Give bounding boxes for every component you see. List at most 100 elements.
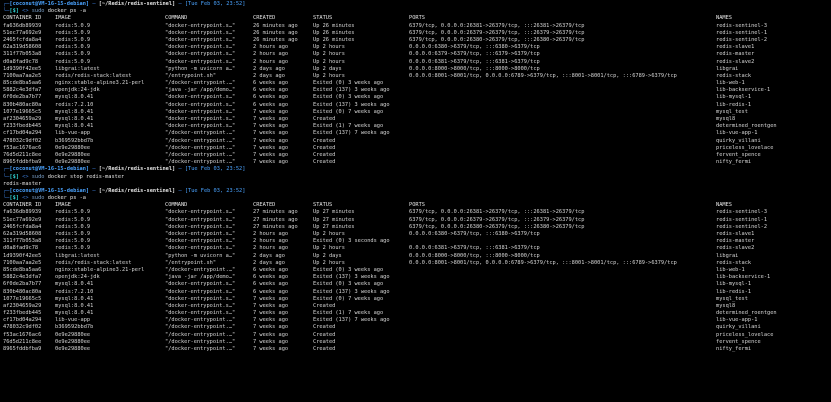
cell-status: Up 26 minutes (313, 36, 355, 43)
prompt-line: ┌─[coconut@VM-16-15-debian] ─ [~/Redis/r… (3, 187, 246, 194)
command-line: └─[$] <> sudo docker ps -a (3, 8, 86, 15)
cell-created: 6 weeks ago (253, 94, 289, 101)
table-row: cf17bd04a294 lib-vue-app "/docker-entrypoi… (0, 317, 831, 324)
cell-image: b369592bbd7b (55, 324, 94, 331)
cell-status: Exited (0) 3 weeks ago (313, 80, 384, 87)
command-line: └─[$] <> sudo docker ps -a (3, 195, 86, 202)
cell-command: "docker-entrypoint.s…" (165, 22, 236, 29)
prompt-user-host: [coconut@VM-16-15-debian] (9, 1, 90, 7)
cell-command: "docker-entrypoint.s…" (165, 295, 236, 302)
cell-name: redis-slave1 (716, 44, 755, 51)
cell-name: nifty_fermi (716, 346, 752, 352)
cell-container-id: 2465fcfda8a4 (3, 36, 42, 43)
terminal-window[interactable]: ┌─[coconut@VM-16-15-debian] ─ [~/Redis/r… (0, 0, 831, 402)
command-text: docker ps -a (44, 8, 86, 15)
cell-name: lib-vue-app-1 (716, 317, 758, 324)
cell-created: 6 weeks ago (253, 281, 289, 288)
cell-name: quirky_villani (716, 324, 761, 331)
cell-name: redis-stack (716, 259, 752, 266)
header-command: COMMAND (165, 202, 188, 209)
cell-container-id: 62a319d58608 (3, 231, 42, 237)
cell-created: 2 hours ago (253, 238, 289, 245)
table-row: fa636db89939 redis:5.0.9 "docker-entrypoin… (0, 23, 831, 30)
cell-command: "/docker-entrypoint.…" (165, 324, 236, 331)
cell-created: 7 weeks ago (253, 123, 289, 130)
cell-name: lib-mysql-1 (716, 281, 752, 288)
table-row: 76d5d211c8ee 0e9e29880ee "/docker-entrypoi… (0, 152, 831, 159)
table-row: 85cde8ba5aa6 nginx:stable-alpine3.21-perl… (0, 80, 831, 87)
cell-image: libgrai:latest (55, 252, 100, 259)
cell-status: Created (313, 159, 336, 166)
cell-status: Created (313, 346, 336, 352)
cell-ports: 0.0.0.0:6379->6379/tcp, :::6379->6379/tc… (409, 51, 540, 58)
cell-name: lib-vue-app-1 (716, 130, 758, 137)
cell-image: 0e9e29880ee (55, 346, 91, 352)
cell-command: "docker-entrypoint.s…" (165, 302, 236, 309)
cell-image: mysql:8.0.41 (55, 116, 94, 122)
cell-status: Created (313, 338, 336, 345)
cell-name: fervent_spence (716, 338, 761, 345)
cell-status: Up 27 minutes (313, 209, 355, 216)
header-status: STATUS (313, 15, 333, 22)
cell-command: "/docker-entrypoint.…" (165, 137, 236, 144)
cell-command: "docker-entrypoint.s…" (165, 36, 236, 43)
command-text: docker stop redis-master (44, 173, 125, 180)
cell-command: "docker-entrypoint.s…" (165, 310, 236, 317)
cell-container-id: cf17bd04a294 (3, 317, 42, 324)
cell-created: 2 days ago (253, 252, 285, 259)
prompt-number: [$] (9, 173, 19, 180)
table-row: 51ec77a692e9 redis:5.0.9 "docker-entrypoin… (0, 30, 831, 37)
cell-created: 7 weeks ago (253, 159, 289, 166)
cell-command: "docker-entrypoint.s…" (165, 238, 236, 245)
cell-command: "python -m uvicorn a…" (165, 65, 236, 72)
cell-name: quirky_villani (716, 137, 761, 144)
cell-name: mysql8 (716, 116, 736, 122)
cell-image: redis/redis-stack:latest (55, 259, 132, 266)
cell-ports: 6379/tcp, 0.0.0.0:26381->26379/tcp, :::2… (409, 209, 585, 216)
cell-command: "docker-entrypoint.s…" (165, 108, 236, 115)
header-status: STATUS (313, 202, 333, 209)
cell-command: "python -m uvicorn a…" (165, 252, 236, 259)
cell-container-id: f53ac1676ac6 (3, 144, 42, 151)
cell-created: 7 weeks ago (253, 302, 289, 309)
prompt-path: [~/Redis/redis-sentinel] (98, 166, 176, 173)
cell-name: redis-sentinel-2 (716, 36, 768, 43)
cell-status: Up 2 days (313, 252, 342, 259)
cell-container-id: 85cde8ba5aa6 (3, 80, 42, 87)
cell-image: redis:5.0.9 (55, 22, 91, 29)
header-created: CREATED (253, 202, 276, 209)
cell-command: "/docker-entrypoint.…" (165, 130, 236, 137)
table-row: f233fbedb445 mysql:8.0.41 "docker-entrypoi… (0, 310, 831, 317)
table-row: af2304659a29 mysql:8.0.41 "docker-entrypoi… (0, 303, 831, 310)
cell-container-id: d0a8fad9c78 (3, 245, 39, 252)
table-row: 62a319d58608 redis:5.0.9 "docker-entrypoin… (0, 231, 831, 238)
cell-command: "docker-entrypoint.s…" (165, 231, 236, 237)
cell-name: redis-slave1 (716, 231, 755, 237)
cell-container-id: 1077e19665c5 (3, 295, 42, 302)
cell-container-id: 5882c4e3dfa7 (3, 274, 42, 281)
cell-container-id: 6f0de2ba7b77 (3, 281, 42, 288)
prompt-user-host: [coconut@VM-16-15-debian] (9, 187, 90, 194)
header-image: IMAGE (55, 15, 71, 22)
cell-command: "/docker-entrypoint.…" (165, 317, 236, 324)
table-row: 5882c4e3dfa7 openjdk:24-jdk "java -jar /ap… (0, 274, 831, 281)
cell-name: lib-redis-1 (716, 101, 752, 108)
table-row: f233fbedb445 mysql:8.0.41 "docker-entrypoi… (0, 123, 831, 130)
cell-ports: 0.0.0.0:6381->6379/tcp, :::6381->6379/tc… (409, 245, 540, 252)
cell-command: "docker-entrypoint.s…" (165, 116, 236, 122)
header-names: NAMES (716, 15, 732, 22)
cell-image: redis/redis-stack:latest (55, 72, 132, 79)
header-image: IMAGE (55, 202, 71, 209)
cell-status: Exited (0) 3 weeks ago (313, 281, 384, 288)
cell-created: 6 weeks ago (253, 87, 289, 94)
cell-container-id: 7100aa7aa2e5 (3, 259, 42, 266)
cell-created: 27 minutes ago (253, 216, 298, 223)
cell-image: 0e9e29880ee (55, 338, 91, 345)
cell-container-id: 76d5d211c8ee (3, 338, 42, 345)
cell-ports: 0.0.0.0:8001->8001/tcp, 0.0.0.0:6789->63… (409, 259, 677, 266)
container-table-2: fa636db89939 redis:5.0.9 "docker-entrypoin… (0, 209, 831, 353)
table-row: 830b480ac80a redis:7.2.10 "docker-entrypoi… (0, 102, 831, 109)
cell-container-id: 51ec77a692e9 (3, 29, 42, 36)
table-row: 830b480ac80a redis:7.2.10 "docker-entrypoi… (0, 289, 831, 296)
cell-command: "/entrypoint.sh" (165, 259, 217, 266)
